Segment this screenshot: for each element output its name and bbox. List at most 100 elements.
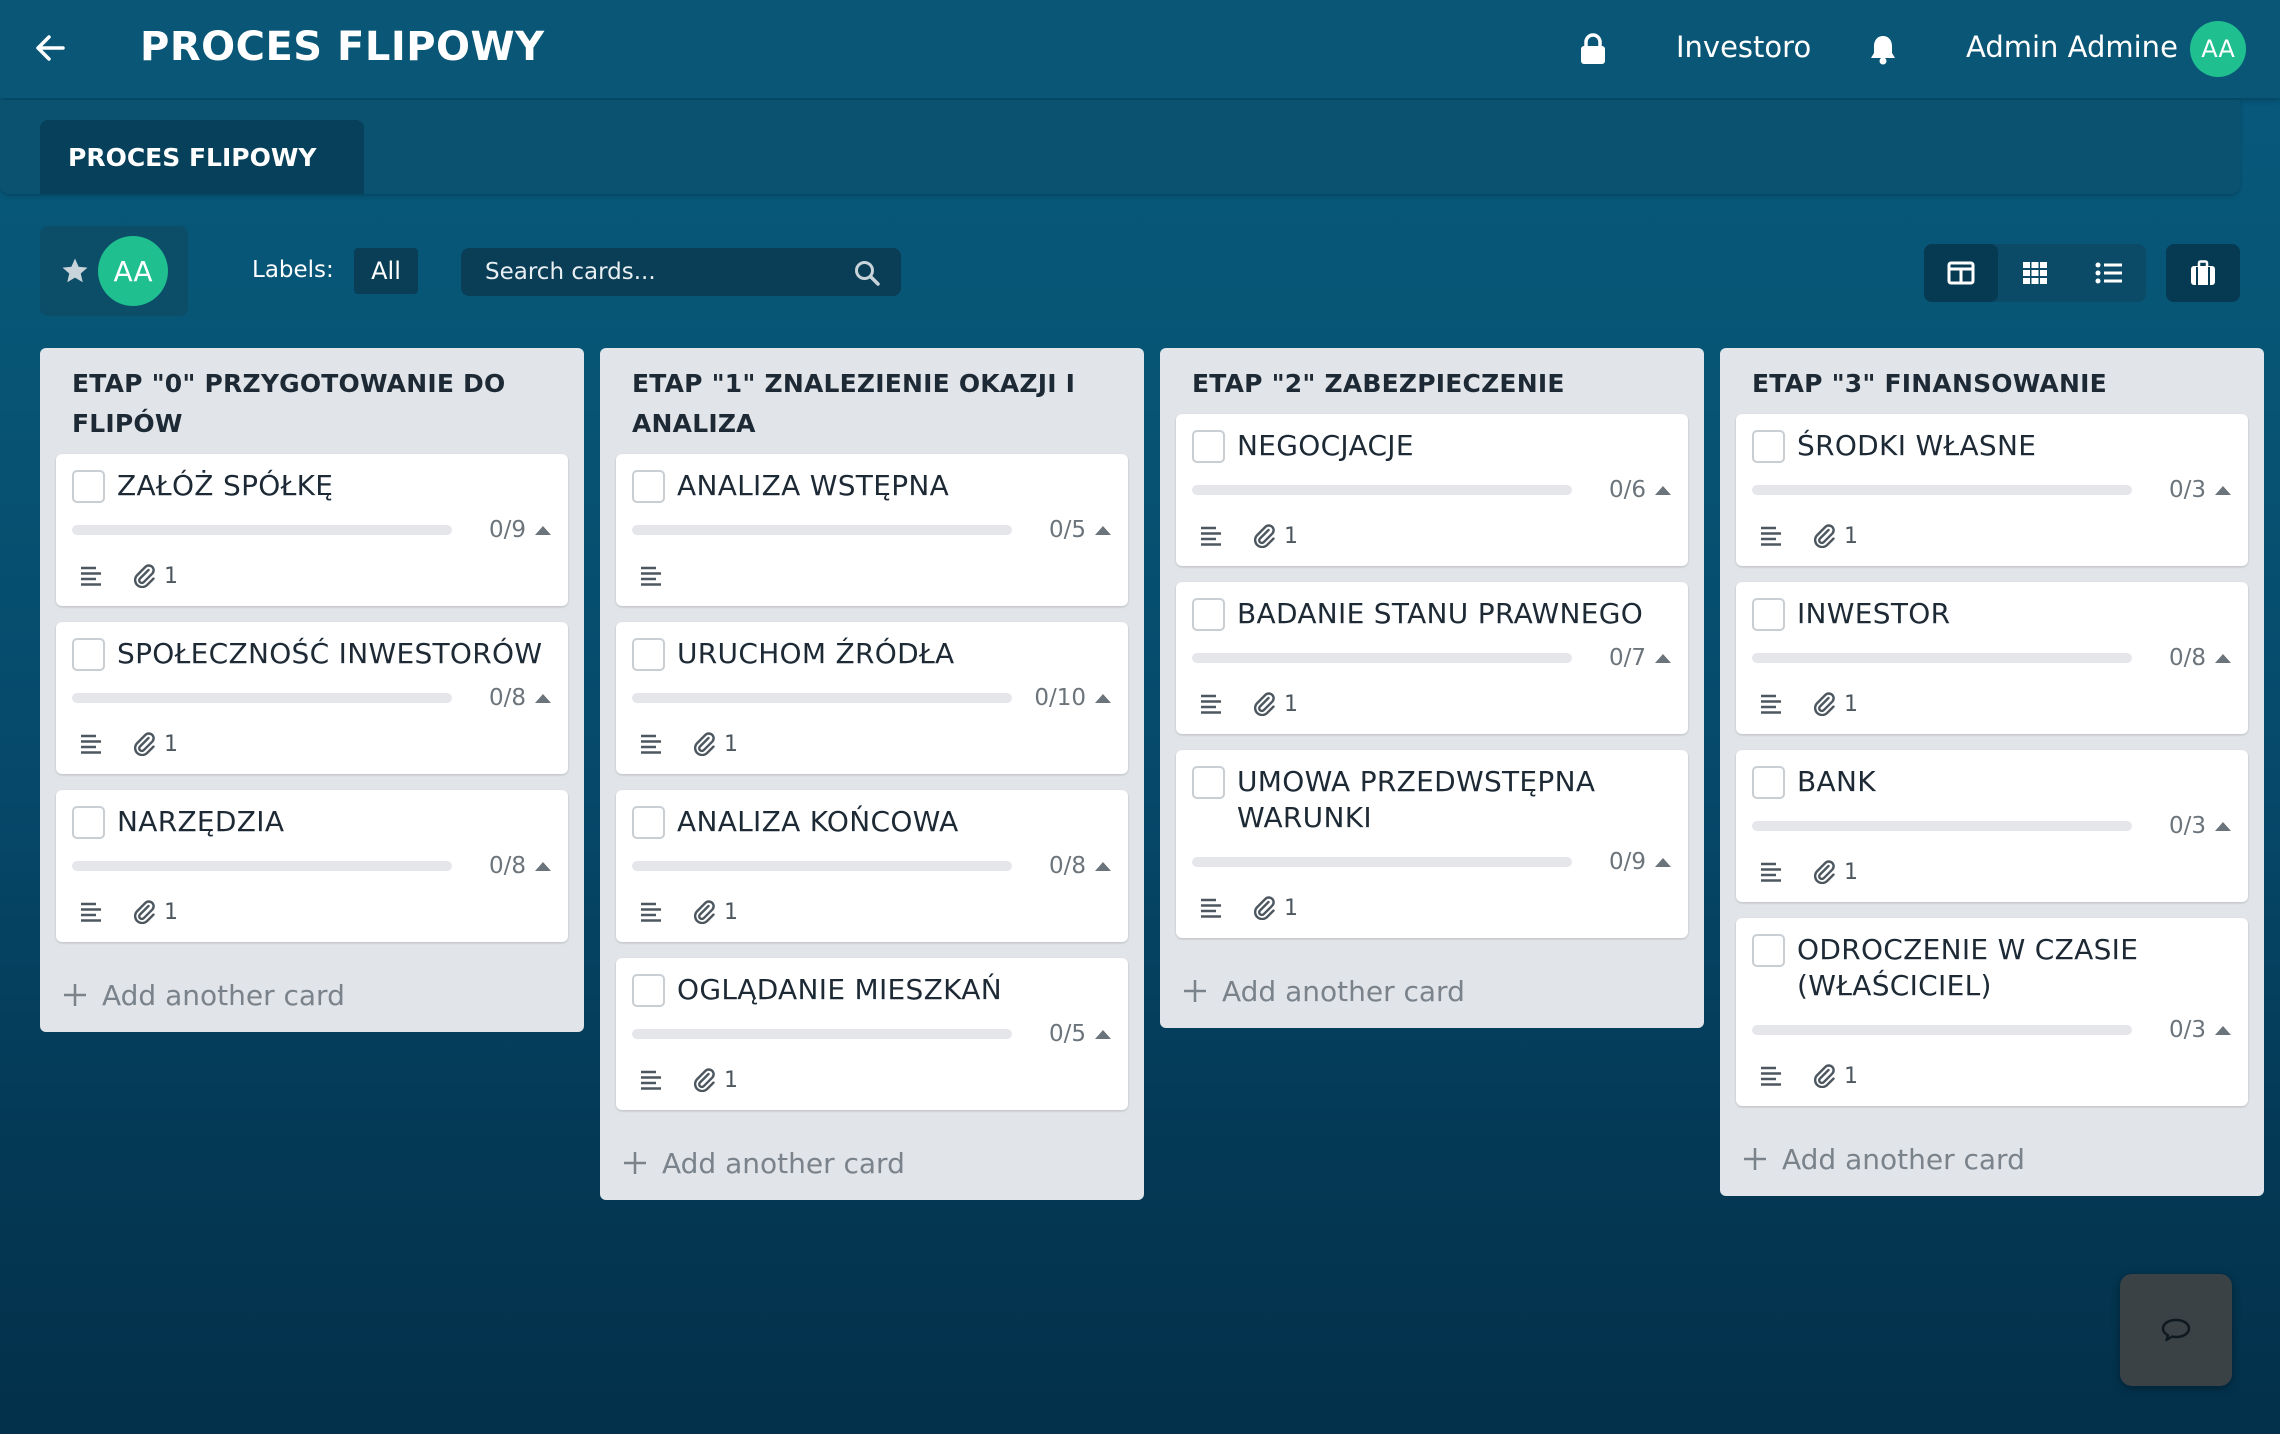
card[interactable]: URUCHOM ŹRÓDŁA 0/10 1 <box>616 622 1128 774</box>
caret-up-icon[interactable] <box>1654 484 1672 496</box>
card-checkbox[interactable] <box>632 974 665 1007</box>
card-checkbox[interactable] <box>1192 430 1225 463</box>
add-card-label: Add another card <box>1222 974 1465 1008</box>
checklist-progress-bar <box>632 1029 1012 1039</box>
lock-icon[interactable] <box>1578 33 1608 65</box>
card-checkbox[interactable] <box>1752 934 1785 967</box>
paperclip-icon <box>1254 896 1275 920</box>
card-checkbox[interactable] <box>632 470 665 503</box>
card-checkbox[interactable] <box>632 638 665 671</box>
plus-icon <box>64 984 86 1006</box>
card[interactable]: UMOWA PRZEDWSTĘPNA WARUNKI 0/9 1 <box>1176 750 1688 938</box>
add-card-button[interactable]: Add another card <box>616 1126 1128 1200</box>
card-checkbox[interactable] <box>1752 766 1785 799</box>
caret-up-icon[interactable] <box>2214 484 2232 496</box>
arrow-left-icon <box>36 35 65 61</box>
add-card-button[interactable]: Add another card <box>1736 1122 2248 1196</box>
checklist-count: 0/5 <box>1048 1021 1086 1047</box>
caret-up-icon[interactable] <box>534 860 552 872</box>
star-icon[interactable] <box>60 256 90 286</box>
archive-button[interactable] <box>2166 244 2240 302</box>
labels-filter-all[interactable]: All <box>354 248 418 294</box>
card[interactable]: ANALIZA WSTĘPNA 0/5 <box>616 454 1128 606</box>
checklist-progress-bar <box>1192 857 1572 867</box>
list-column-0: ETAP "0" PRZYGOTOWANIE DO FLIPÓW ZAŁÓŻ S… <box>40 348 584 1032</box>
add-card-button[interactable]: Add another card <box>1176 954 1688 1028</box>
card[interactable]: ZAŁÓŻ SPÓŁKĘ 0/9 1 <box>56 454 568 606</box>
card-checkbox[interactable] <box>72 470 105 503</box>
caret-up-icon[interactable] <box>2214 652 2232 664</box>
caret-up-icon[interactable] <box>534 524 552 536</box>
paperclip-icon <box>1254 524 1275 548</box>
checklist-count: 0/6 <box>1608 477 1646 503</box>
card[interactable]: OGLĄDANIE MIESZKAŃ 0/5 1 <box>616 958 1128 1110</box>
card-checkbox[interactable] <box>1752 430 1785 463</box>
card[interactable]: NARZĘDZIA 0/8 1 <box>56 790 568 942</box>
paperclip-icon <box>694 1068 715 1092</box>
chat-button[interactable] <box>2120 1274 2232 1386</box>
description-icon <box>1201 526 1221 546</box>
card-checkbox[interactable] <box>72 638 105 671</box>
caret-up-icon[interactable] <box>1094 692 1112 704</box>
search-icon[interactable] <box>853 259 881 287</box>
caret-up-icon[interactable] <box>1094 1028 1112 1040</box>
view-board-button[interactable] <box>1924 244 1998 302</box>
plus-icon <box>624 1152 646 1174</box>
caret-up-icon[interactable] <box>1654 652 1672 664</box>
checklist-progress-bar <box>1752 1025 2132 1035</box>
view-list-button[interactable] <box>2072 244 2146 302</box>
user-name[interactable]: Admin Admine <box>1966 30 2178 64</box>
organization-name[interactable]: Investoro <box>1676 30 1811 64</box>
user-avatar[interactable]: AA <box>2190 21 2246 77</box>
card-checkbox[interactable] <box>1192 598 1225 631</box>
list-title[interactable]: ETAP "0" PRZYGOTOWANIE DO FLIPÓW <box>56 364 568 444</box>
card-title: INWESTOR <box>1797 597 1951 630</box>
card-title: SPOŁECZNOŚĆ INWESTORÓW <box>117 637 543 670</box>
list-title[interactable]: ETAP "1" ZNALEZIENIE OKAZJI I ANALIZA <box>616 364 1128 444</box>
card-container: NEGOCJACJE 0/6 1 BADANIE STANU PRAWNEGO <box>1176 414 1688 938</box>
checklist-progress-bar <box>72 693 452 703</box>
card-checkbox[interactable] <box>72 806 105 839</box>
member-avatar[interactable]: AA <box>98 236 168 306</box>
card[interactable]: ANALIZA KOŃCOWA 0/8 1 <box>616 790 1128 942</box>
add-card-button[interactable]: Add another card <box>56 958 568 1032</box>
card-checkbox[interactable] <box>1192 766 1225 799</box>
checklist-count: 0/9 <box>1608 849 1646 875</box>
caret-up-icon[interactable] <box>534 692 552 704</box>
description-icon <box>1201 898 1221 918</box>
page-title: PROCES FLIPOWY <box>140 24 545 70</box>
card[interactable]: ODROCZENIE W CZASIE (WŁAŚCICIEL) 0/3 1 <box>1736 918 2248 1106</box>
checklist-progress-bar <box>632 861 1012 871</box>
caret-up-icon[interactable] <box>1094 860 1112 872</box>
checklist-progress-bar <box>1752 821 2132 831</box>
card[interactable]: BANK 0/3 1 <box>1736 750 2248 902</box>
card[interactable]: INWESTOR 0/8 1 <box>1736 582 2248 734</box>
card-checkbox[interactable] <box>1752 598 1785 631</box>
card[interactable]: NEGOCJACJE 0/6 1 <box>1176 414 1688 566</box>
list-title[interactable]: ETAP "2" ZABEZPIECZENIE <box>1176 364 1688 404</box>
card[interactable]: BADANIE STANU PRAWNEGO 0/7 1 <box>1176 582 1688 734</box>
attachment-count: 1 <box>724 899 738 925</box>
columns-icon <box>1947 261 1975 285</box>
list-title[interactable]: ETAP "3" FINANSOWANIE <box>1736 364 2248 404</box>
caret-up-icon[interactable] <box>1094 524 1112 536</box>
caret-up-icon[interactable] <box>2214 820 2232 832</box>
board-members: AA <box>40 226 188 316</box>
card[interactable]: ŚRODKI WŁASNE 0/3 1 <box>1736 414 2248 566</box>
card-title: NARZĘDZIA <box>117 805 285 838</box>
tab-proces-flipowy[interactable]: PROCES FLIPOWY <box>40 120 364 194</box>
paperclip-icon <box>694 732 715 756</box>
caret-up-icon[interactable] <box>2214 1024 2232 1036</box>
card[interactable]: SPOŁECZNOŚĆ INWESTORÓW 0/8 1 <box>56 622 568 774</box>
search-input[interactable] <box>461 248 861 296</box>
back-button[interactable] <box>30 28 70 68</box>
checklist-progress-bar <box>632 525 1012 535</box>
description-icon <box>81 566 101 586</box>
view-grid-button[interactable] <box>1998 244 2072 302</box>
card-checkbox[interactable] <box>632 806 665 839</box>
checklist-count: 0/8 <box>488 685 526 711</box>
bell-icon[interactable] <box>1868 33 1898 65</box>
caret-up-icon[interactable] <box>1654 856 1672 868</box>
card-container: ANALIZA WSTĘPNA 0/5 URUCHOM ŹRÓDŁA 0/10 … <box>616 454 1128 1110</box>
view-switcher <box>1924 244 2146 302</box>
